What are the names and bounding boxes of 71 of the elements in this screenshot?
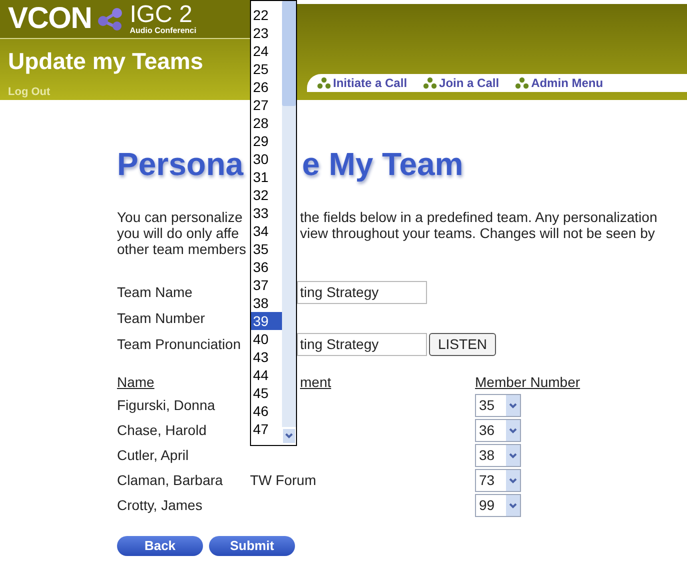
dropdown-option[interactable]: 40 bbox=[251, 330, 282, 348]
column-header: ment bbox=[300, 374, 332, 390]
logo-text: VCON bbox=[8, 4, 92, 34]
caret-icon[interactable] bbox=[283, 429, 295, 443]
product-subtitle: Audio Conferenci bbox=[130, 26, 196, 35]
dropdown-option[interactable]: 46 bbox=[251, 402, 282, 420]
number-select[interactable]: 36 bbox=[475, 419, 521, 442]
dropdown-option[interactable]: 25 bbox=[251, 60, 282, 78]
people-icon bbox=[423, 76, 438, 90]
intro-text: the fields below in a predefined team. Any personalization bbox=[300, 209, 658, 225]
department-name: TW Forum bbox=[250, 471, 318, 490]
dropdown-option[interactable]: 23 bbox=[251, 24, 282, 42]
dropdown-option[interactable]: 47 bbox=[251, 420, 282, 438]
dropdown-option[interactable]: 43 bbox=[251, 348, 282, 366]
intro-text: other team members bbox=[117, 241, 248, 257]
input-field[interactable]: ting Strategy bbox=[297, 332, 427, 356]
caret-icon bbox=[506, 445, 520, 466]
member-name: Crotty, James bbox=[117, 496, 204, 515]
field-label: Team Pronunciation bbox=[117, 334, 242, 354]
people-icon bbox=[317, 76, 331, 90]
dropdown-option[interactable]: 27 bbox=[251, 96, 282, 114]
dropdown-option[interactable]: 39 bbox=[251, 312, 282, 330]
intro-text: You can personalize bbox=[117, 209, 244, 225]
nav-link[interactable]: Initiate a Call bbox=[317, 74, 408, 92]
caret-icon bbox=[506, 420, 520, 441]
dropdown-option[interactable]: 32 bbox=[251, 186, 282, 204]
field-label: Team Name bbox=[117, 282, 194, 302]
page-title: Update my Teams bbox=[8, 46, 204, 76]
dropdown-option[interactable]: 34 bbox=[251, 222, 282, 240]
page-heading: e My Team bbox=[302, 145, 464, 184]
member-name: Claman, Barbara bbox=[117, 471, 224, 490]
member-name: Figurski, Donna bbox=[117, 396, 216, 415]
dropdown-option[interactable]: 38 bbox=[251, 294, 282, 312]
dropdown-option[interactable]: 44 bbox=[251, 366, 282, 384]
dropdown-option[interactable]: 26 bbox=[251, 78, 282, 96]
nav-link[interactable]: Join a Call bbox=[423, 74, 500, 92]
caret-icon bbox=[506, 495, 520, 516]
dropdown-option[interactable]: 31 bbox=[251, 168, 282, 186]
intro-text: view throughout your teams. Changes will not be seen by bbox=[300, 225, 655, 241]
dropdown-list[interactable]: 22 23 24 25 26 27 28 29 30 31 32 33 34 35 36 37 38 39 40 43 44 45 46 47 bbox=[250, 0, 297, 446]
listen-button[interactable]: LISTEN bbox=[429, 332, 496, 356]
caret-icon bbox=[506, 395, 520, 416]
field-label: Team Number bbox=[117, 308, 206, 328]
column-header: Member Number bbox=[475, 374, 580, 390]
form-button[interactable]: Submit bbox=[209, 536, 295, 556]
number-select[interactable]: 73 bbox=[475, 469, 521, 492]
product-name: IGC 2 bbox=[130, 2, 192, 27]
column-header: Name bbox=[117, 374, 154, 390]
dropdown-option[interactable]: 45 bbox=[251, 384, 282, 402]
dropdown-option[interactable]: 37 bbox=[251, 276, 282, 294]
dropdown-option[interactable]: 35 bbox=[251, 240, 282, 258]
input-field[interactable]: ting Strategy bbox=[297, 280, 427, 304]
page-heading: Persona bbox=[117, 145, 244, 184]
intro-text: you will do only affe bbox=[117, 225, 240, 241]
dropdown-option[interactable]: 24 bbox=[251, 42, 282, 60]
number-select[interactable]: 99 bbox=[475, 494, 521, 517]
number-select[interactable]: 38 bbox=[475, 444, 521, 467]
caret-icon bbox=[506, 470, 520, 491]
nav-link[interactable]: Admin Menu bbox=[515, 74, 604, 92]
number-select[interactable]: 35 bbox=[475, 394, 521, 417]
member-name: Chase, Harold bbox=[117, 421, 208, 440]
dropdown-option[interactable]: 30 bbox=[251, 150, 282, 168]
form-button[interactable]: Back bbox=[117, 536, 203, 556]
dropdown-option[interactable]: 28 bbox=[251, 114, 282, 132]
dropdown-option[interactable]: 22 bbox=[251, 6, 282, 24]
people-icon bbox=[515, 76, 530, 90]
member-name: Cutler, April bbox=[117, 446, 190, 465]
dropdown-option[interactable]: 33 bbox=[251, 204, 282, 222]
dropdown-option[interactable]: 36 bbox=[251, 258, 282, 276]
scrollbar[interactable] bbox=[282, 1, 296, 427]
dropdown-option[interactable]: 29 bbox=[251, 132, 282, 150]
